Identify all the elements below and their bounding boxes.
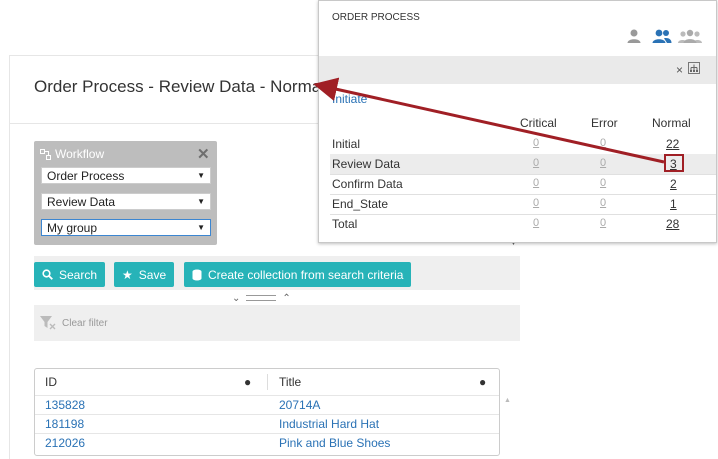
annotation-arrow (313, 77, 665, 164)
